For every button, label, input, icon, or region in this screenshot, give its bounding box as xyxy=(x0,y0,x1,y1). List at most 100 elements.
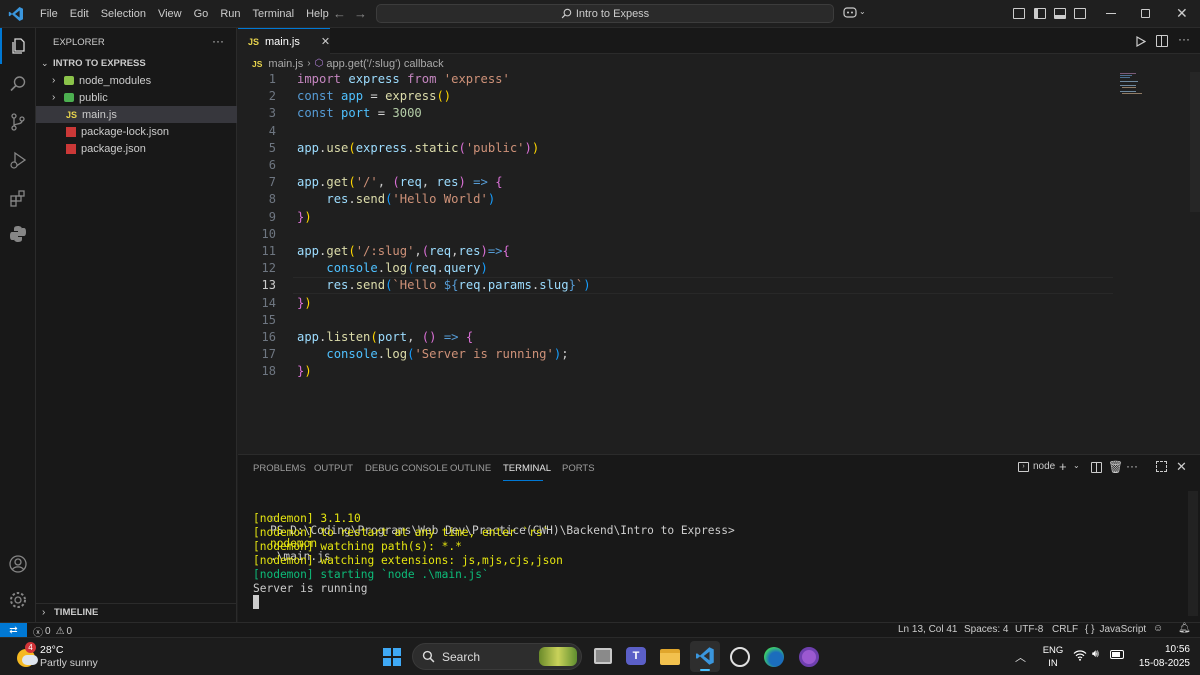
root-folder-label: INTRO TO EXPRESS xyxy=(53,58,146,69)
more-actions-button[interactable]: ··· xyxy=(1178,32,1190,46)
tab-ports[interactable]: PORTS xyxy=(562,463,595,474)
tab-terminal[interactable]: TERMINAL xyxy=(503,463,551,474)
active-tab-indicator xyxy=(503,480,543,481)
run-file-icon[interactable] xyxy=(1136,35,1147,50)
panel-more-button[interactable]: ··· xyxy=(1126,459,1138,473)
start-windows-icon[interactable] xyxy=(383,648,401,666)
clock[interactable]: 10:56 15-08-2025 xyxy=(1130,643,1190,671)
menu-terminal[interactable]: Terminal xyxy=(247,0,301,28)
source-control-icon[interactable] xyxy=(0,104,36,140)
taskbar-search-label: Search xyxy=(442,649,481,664)
breadcrumb-symbol[interactable]: app.get('/:slug') callback xyxy=(326,58,443,70)
tree-item-public[interactable]: › public xyxy=(36,89,237,106)
volume-icon[interactable]: 🔊︎ xyxy=(1092,648,1099,661)
split-editor-icon[interactable] xyxy=(1156,35,1168,47)
breadcrumb-file[interactable]: main.js xyxy=(268,58,303,70)
chevron-right-icon: › xyxy=(52,92,56,103)
maximize-panel-icon[interactable] xyxy=(1156,461,1167,472)
forward-arrow-icon[interactable]: → xyxy=(354,6,367,21)
feedback-icon[interactable]: ☺ xyxy=(1153,623,1163,634)
tab-outline[interactable]: OUTLINE xyxy=(450,463,491,474)
language-code: ENG xyxy=(1042,645,1064,656)
menu-go[interactable]: Go xyxy=(188,0,215,28)
tab-problems[interactable]: PROBLEMS xyxy=(253,463,306,474)
account-icon[interactable] xyxy=(0,546,36,582)
github-desktop-icon[interactable] xyxy=(799,647,819,667)
line-number: 1 xyxy=(268,72,276,86)
command-center[interactable]: Intro to Expess xyxy=(376,4,834,23)
code-line-17: console.log('Server is running'); xyxy=(326,347,569,362)
wifi-icon[interactable] xyxy=(1073,649,1087,664)
menu-edit[interactable]: Edit xyxy=(64,0,95,28)
kill-terminal-icon[interactable]: 🗑 xyxy=(1108,460,1123,474)
taskbar-search-box[interactable]: Search xyxy=(412,643,582,670)
explorer-icon[interactable] xyxy=(0,28,36,64)
chevron-down-icon[interactable]: ⌄ xyxy=(1073,461,1080,470)
close-tab-icon[interactable]: ✕ xyxy=(321,35,330,48)
task-view-icon[interactable] xyxy=(594,648,612,664)
close-window-icon[interactable]: ✕ xyxy=(1176,5,1188,22)
search-icon[interactable] xyxy=(0,66,36,102)
explorer-root-folder[interactable]: ⌄ INTRO TO EXPRESS xyxy=(36,55,237,72)
input-language[interactable]: ENG IN xyxy=(1042,644,1064,670)
split-terminal-icon[interactable] xyxy=(1091,462,1102,473)
manage-gear-icon[interactable] xyxy=(0,582,36,618)
file-explorer-icon[interactable] xyxy=(660,649,680,665)
weather-widget[interactable]: 4 28°C Partly sunny xyxy=(14,642,104,672)
run-debug-icon[interactable] xyxy=(0,142,36,178)
minimap[interactable] xyxy=(1118,72,1178,96)
battery-icon[interactable] xyxy=(1110,650,1124,659)
vscode-taskbar-icon[interactable] xyxy=(690,641,720,672)
search-icon xyxy=(422,650,435,663)
cursor-position[interactable]: Ln 13, Col 41 xyxy=(898,624,958,635)
tree-item-node-modules[interactable]: › node_modules xyxy=(36,72,237,89)
language-mode[interactable]: { } JavaScript xyxy=(1085,624,1146,635)
close-panel-icon[interactable]: ✕ xyxy=(1176,459,1187,475)
toggle-primary-sidebar-icon[interactable] xyxy=(1034,8,1046,19)
menu-help[interactable]: Help xyxy=(300,0,335,28)
notifications-bell-icon[interactable]: 🔔︎ xyxy=(1178,623,1191,634)
restore-icon[interactable] xyxy=(1141,9,1150,18)
explorer-more-button[interactable]: ··· xyxy=(212,34,224,48)
end-of-line[interactable]: CRLF xyxy=(1052,624,1078,635)
teams-icon[interactable]: T xyxy=(626,647,646,665)
tree-item-main-js[interactable]: JS main.js xyxy=(36,106,237,123)
show-hidden-icons-chevron-up-icon[interactable]: ︿ xyxy=(1015,649,1026,665)
toggle-panel-icon[interactable] xyxy=(1054,8,1066,19)
remote-indicator[interactable]: ⇄ xyxy=(0,623,27,637)
tab-output[interactable]: OUTPUT xyxy=(314,463,353,474)
edge-icon[interactable] xyxy=(764,647,784,667)
minimize-icon[interactable] xyxy=(1106,13,1116,14)
toggle-secondary-sidebar-icon[interactable] xyxy=(1074,8,1086,19)
code-line-5: app.use(express.static('public')) xyxy=(297,140,540,155)
code-editor[interactable]: 1 2 3 4 5 6 7 8 9 10 11 12 13 14 15 16 17 18 import expre… xyxy=(238,72,1200,454)
terminal-instance[interactable]: › node xyxy=(1018,461,1055,472)
menu-file[interactable]: File xyxy=(34,0,64,28)
chevron-down-icon[interactable]: ⌄ xyxy=(859,7,866,16)
chatgpt-icon[interactable] xyxy=(730,647,750,667)
menu-selection[interactable]: Selection xyxy=(95,0,152,28)
region-code: IN xyxy=(1048,658,1058,669)
indentation[interactable]: Spaces: 4 xyxy=(964,624,1008,635)
breadcrumb: JS main.js › ⬡ app.get('/:slug') callbac… xyxy=(238,55,444,72)
clock-date: 15-08-2025 xyxy=(1138,658,1190,669)
python-icon[interactable] xyxy=(0,216,36,252)
terminal-output-line: [nodemon] 3.1.10 xyxy=(253,512,361,525)
tree-item-package-lock[interactable]: package-lock.json xyxy=(36,123,237,140)
customize-layout-icon[interactable] xyxy=(1013,8,1025,19)
back-arrow-icon[interactable]: ← xyxy=(333,6,346,21)
js-file-icon: JS xyxy=(252,58,263,69)
tab-debug-console[interactable]: DEBUG CONSOLE xyxy=(365,463,448,474)
chevron-down-icon: ⌄ xyxy=(41,58,49,68)
menu-run[interactable]: Run xyxy=(214,0,246,28)
terminal-scrollbar[interactable] xyxy=(1188,491,1198,616)
encoding[interactable]: UTF-8 xyxy=(1015,624,1043,635)
menu-view[interactable]: View xyxy=(152,0,188,28)
tab-main-js[interactable]: JS main.js ✕ xyxy=(238,28,330,54)
tree-item-package-json[interactable]: package.json xyxy=(36,140,237,157)
editor-scrollbar[interactable] xyxy=(1190,72,1200,212)
extensions-icon[interactable] xyxy=(0,180,36,216)
timeline-section[interactable]: › TIMELINE xyxy=(36,603,237,621)
language-label: JavaScript xyxy=(1099,624,1147,635)
new-terminal-icon[interactable]: + xyxy=(1059,459,1067,474)
